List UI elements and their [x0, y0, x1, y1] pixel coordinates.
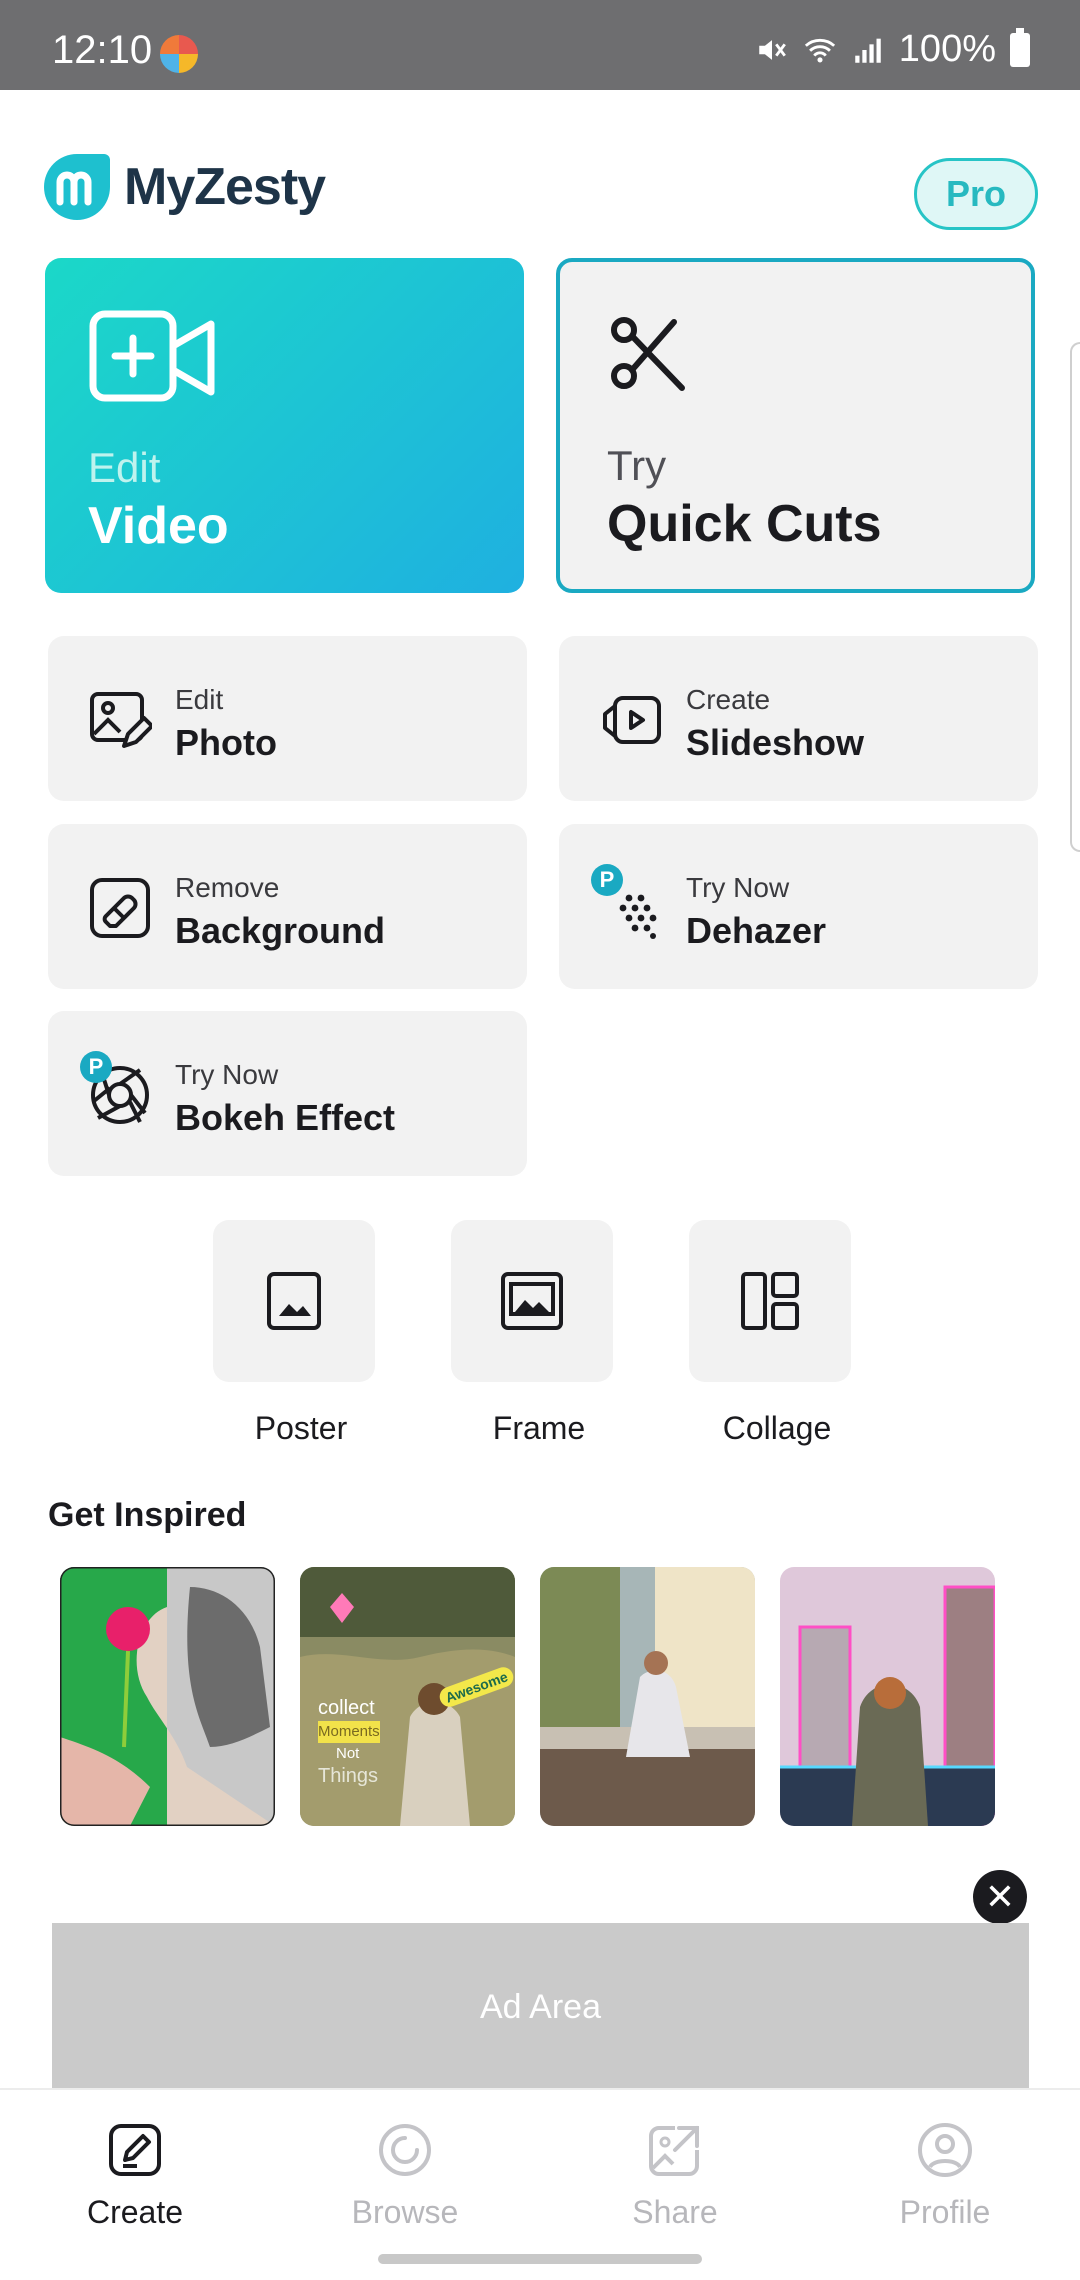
status-time: 12:10 [52, 28, 153, 72]
poster-label: Poster [254, 1410, 348, 1446]
nav-profile[interactable]: Profile [845, 2120, 1045, 2231]
edit-photo-caption: Edit [175, 684, 224, 715]
slideshow-caption: Create [686, 684, 771, 715]
collage-label: Collage [722, 1410, 832, 1446]
moments-caption: collect Moments Not Things [318, 1697, 380, 1787]
bokeh-title: Bokeh Effect [175, 1097, 396, 1138]
edit-photo-tile[interactable]: Edit Photo [48, 636, 527, 801]
dehazer-tile[interactable]: P Try Now Dehazer [559, 824, 1038, 989]
video-add-icon [89, 310, 215, 402]
mute-icon [759, 39, 786, 60]
moments-word-1: collect [318, 1697, 375, 1719]
moments-word-3: Not [336, 1745, 360, 1762]
battery-percent: 100% [898, 28, 996, 70]
poster-button[interactable] [213, 1220, 375, 1382]
nav-create[interactable]: Create [35, 2120, 235, 2231]
frame-label: Frame [492, 1410, 586, 1446]
edit-video-caption: Edit [88, 444, 161, 491]
quick-cuts-card[interactable]: Try Quick Cuts [556, 258, 1035, 593]
brand-logo: MyZesty [40, 150, 326, 224]
nav-browse-label: Browse [351, 2194, 459, 2230]
inspiration-image [540, 1567, 755, 1826]
dehazer-title: Dehazer [686, 910, 827, 951]
bottom-navigation: Create Browse Share Profile [0, 2088, 1080, 2280]
photo-edit-icon [90, 692, 152, 748]
browse-icon [379, 2124, 431, 2176]
premium-badge: P [591, 864, 623, 896]
premium-badge: P [80, 1051, 112, 1083]
pro-button[interactable]: Pro [914, 158, 1038, 230]
slideshow-title: Slideshow [686, 722, 865, 763]
bokeh-effect-tile[interactable]: P Try Now Bokeh Effect [48, 1011, 527, 1176]
wifi-icon [804, 38, 835, 62]
edit-video-card[interactable]: Edit Video [45, 258, 524, 593]
quick-cuts-title: Quick Cuts [607, 495, 882, 553]
nav-profile-label: Profile [899, 2194, 991, 2230]
home-indicator[interactable] [378, 2254, 702, 2264]
poster-icon [267, 1272, 321, 1330]
inspiration-thumb-city[interactable] [780, 1567, 995, 1826]
myzesty-logo-icon [44, 154, 110, 220]
status-bar: 12:10 100% [0, 0, 1080, 90]
create-slideshow-tile[interactable]: Create Slideshow [559, 636, 1038, 801]
close-ad-button[interactable]: ✕ [973, 1870, 1027, 1924]
collage-icon [741, 1272, 799, 1330]
remove-background-tile[interactable]: Remove Background [48, 824, 527, 989]
create-pencil-icon [109, 2124, 161, 2176]
inspiration-thumb-moments[interactable]: collect Moments Not Things Awesome [300, 1567, 515, 1826]
nav-share-label: Share [632, 2194, 718, 2230]
inspiration-image [60, 1567, 275, 1826]
battery-icon [1010, 27, 1030, 67]
eraser-icon [90, 878, 150, 938]
status-icons: 100% [755, 27, 1030, 71]
app-notification-icon [160, 35, 198, 73]
get-inspired-title: Get Inspired [48, 1496, 247, 1534]
signal-icon [855, 38, 881, 63]
share-icon [649, 2126, 699, 2176]
nav-share[interactable]: Share [575, 2120, 775, 2231]
edge-panel-handle[interactable] [1070, 342, 1080, 852]
dehazer-caption: Try Now [686, 872, 790, 903]
inspiration-image [780, 1567, 995, 1826]
nav-create-label: Create [86, 2194, 184, 2230]
slideshow-icon [603, 696, 661, 744]
scissors-icon [611, 317, 685, 391]
frame-button[interactable] [451, 1220, 613, 1382]
edit-video-title: Video [88, 497, 229, 555]
brand-name: MyZesty [124, 158, 326, 216]
moments-word-2: Moments [318, 1721, 380, 1743]
inspiration-thumb-flower[interactable] [60, 1567, 275, 1826]
ad-area[interactable]: Ad Area [52, 1923, 1029, 2091]
inspiration-thumb-girl[interactable] [540, 1567, 755, 1826]
bokeh-caption: Try Now [175, 1059, 279, 1090]
collage-button[interactable] [689, 1220, 851, 1382]
nav-browse[interactable]: Browse [305, 2120, 505, 2231]
frame-icon [501, 1272, 563, 1330]
moments-word-4: Things [318, 1765, 379, 1787]
app-header: MyZesty Pro [0, 90, 1080, 250]
edit-photo-title: Photo [175, 722, 277, 763]
remove-background-title: Background [175, 910, 386, 951]
remove-background-caption: Remove [175, 872, 280, 903]
profile-icon [918, 2123, 972, 2177]
quick-cuts-caption: Try [607, 442, 667, 489]
